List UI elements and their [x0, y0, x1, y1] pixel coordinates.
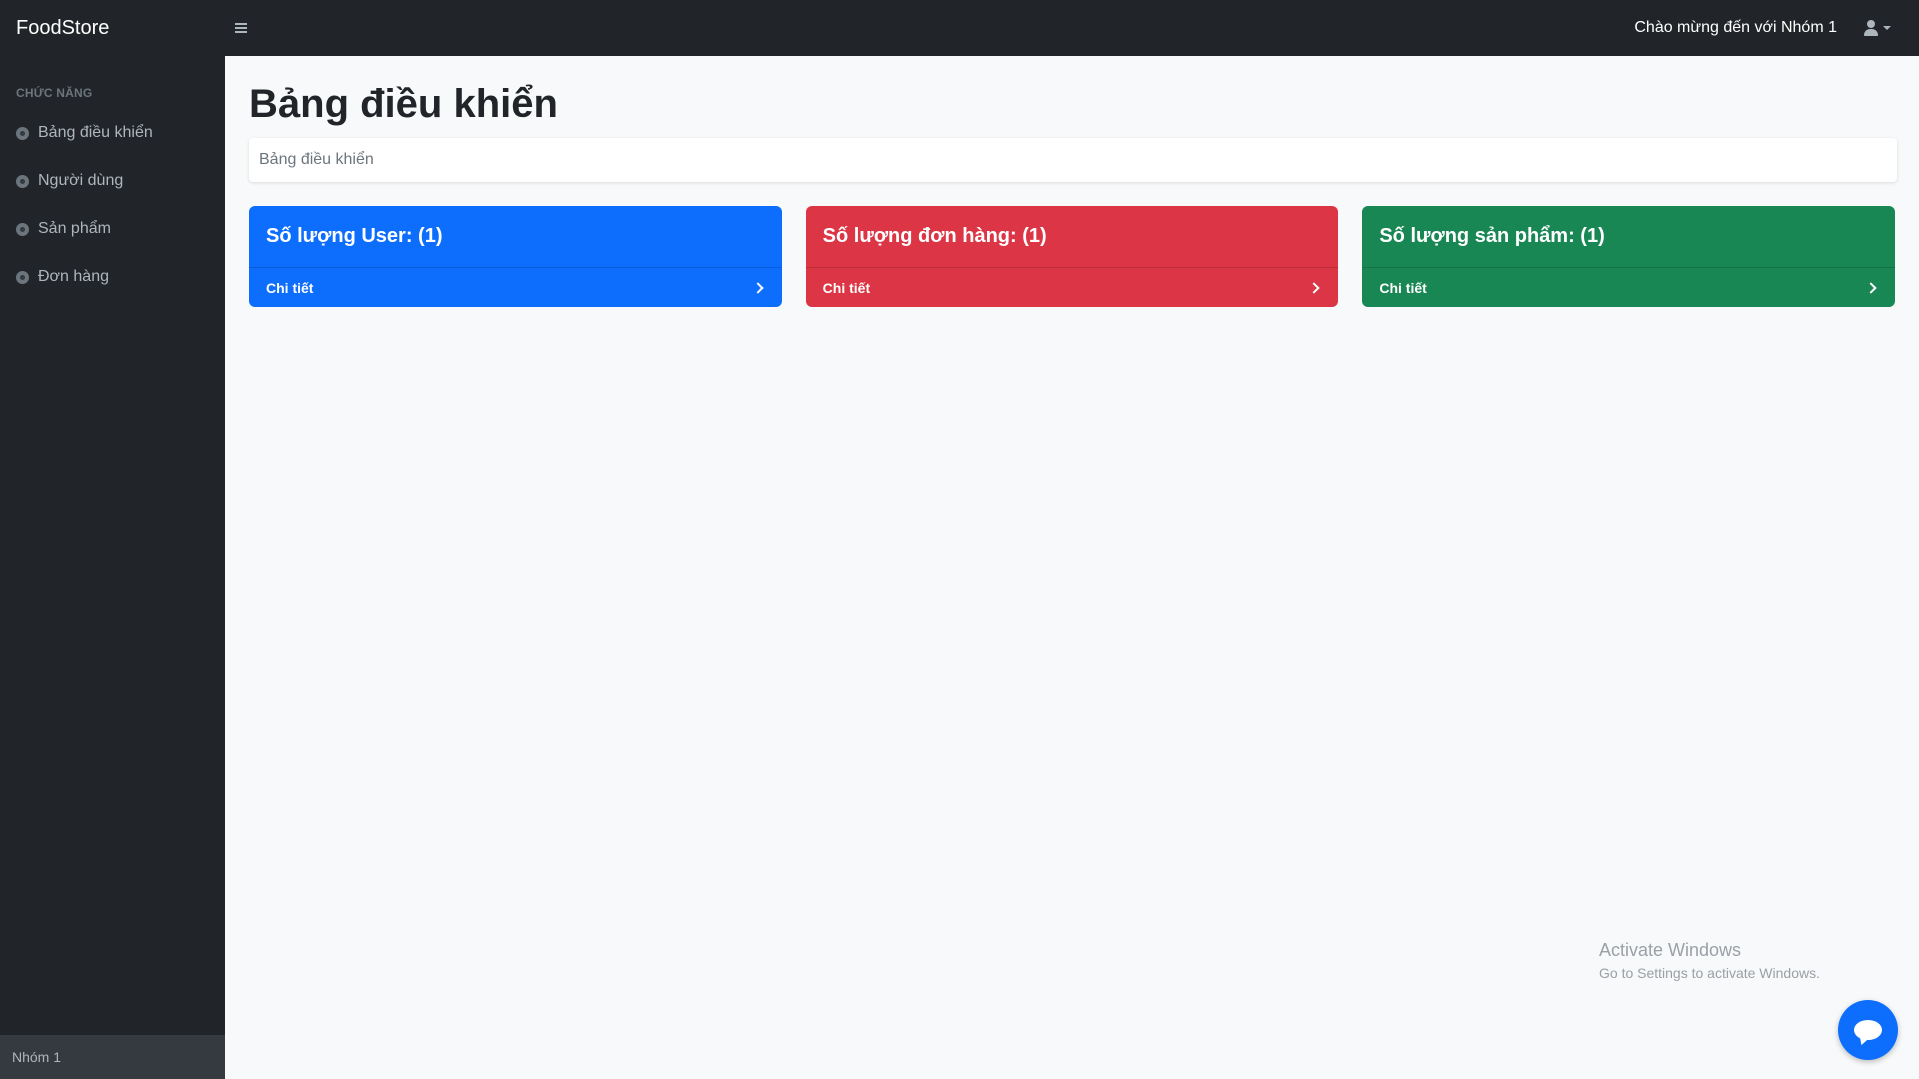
brand-logo[interactable]: FoodStore	[0, 17, 225, 40]
sidebar-item-label: Đơn hàng	[38, 268, 109, 285]
sidebar-item-dashboard[interactable]: Bảng điều khiển	[0, 109, 225, 157]
sidebar-item-products[interactable]: Sản phẩm	[0, 205, 225, 253]
card-details-link[interactable]: Chi tiết	[1362, 267, 1896, 307]
sidebar-footer: Nhóm 1	[0, 1035, 225, 1079]
user-icon	[1863, 20, 1879, 36]
top-navbar: FoodStore Chào mừng đến với Nhóm 1	[0, 0, 1919, 56]
breadcrumb-item: Bảng điều khiển	[259, 151, 374, 168]
stat-cards: Số lượng User: (1) Chi tiết Số lượng đơn…	[249, 206, 1896, 307]
card-title: Số lượng User: (1)	[266, 225, 443, 247]
tachometer-icon	[16, 222, 29, 236]
tachometer-icon	[16, 270, 29, 284]
chevron-right-icon	[1308, 281, 1321, 294]
product-count-card: Số lượng sản phẩm: (1) Chi tiết	[1362, 206, 1896, 307]
main-content: Bảng điều khiển Bảng điều khiển Số lượng…	[225, 56, 1919, 1079]
chevron-right-icon	[1865, 281, 1877, 294]
tachometer-icon	[16, 126, 29, 140]
sidebar-heading: CHỨC NĂNG	[16, 86, 93, 100]
user-count-card: Số lượng User: (1) Chi tiết	[249, 206, 782, 307]
welcome-text: Chào mừng đến với Nhóm 1	[1634, 19, 1837, 36]
watermark-subtitle: Go to Settings to activate Windows.	[1599, 965, 1820, 981]
card-details-label: Chi tiết	[822, 279, 871, 296]
breadcrumb: Bảng điều khiển	[249, 138, 1897, 182]
sidebar-item-users[interactable]: Người dùng	[0, 157, 225, 205]
card-details-label: Chi tiết	[1379, 279, 1427, 296]
watermark-title: Activate Windows	[1599, 940, 1742, 960]
card-details-label: Chi tiết	[266, 279, 314, 296]
tachometer-icon	[16, 174, 29, 188]
hamburger-icon	[235, 23, 247, 33]
chat-bubble-icon	[1854, 1020, 1882, 1040]
sidebar-item-label: Người dùng	[38, 172, 124, 189]
order-count-card: Số lượng đơn hàng: (1) Chi tiết	[805, 206, 1339, 307]
sidebar-item-label: Sản phẩm	[38, 220, 111, 237]
page-title: Bảng điều khiển	[249, 82, 558, 126]
sidebar-toggle-button[interactable]	[227, 14, 255, 42]
chat-button[interactable]	[1838, 1000, 1898, 1060]
chevron-right-icon	[752, 281, 764, 294]
card-title: Số lượng đơn hàng: (1)	[822, 225, 1047, 247]
sidebar-item-orders[interactable]: Đơn hàng	[0, 253, 225, 301]
card-details-link[interactable]: Chi tiết	[249, 267, 782, 307]
activate-windows-watermark: Activate Windows Go to Settings to activ…	[1599, 940, 1820, 981]
card-title: Số lượng sản phẩm: (1)	[1379, 225, 1605, 247]
card-details-link[interactable]: Chi tiết	[805, 267, 1339, 307]
caret-down-icon	[1883, 26, 1891, 30]
user-menu-dropdown[interactable]	[1863, 20, 1891, 36]
sidebar: CHỨC NĂNG Bảng điều khiển Người dùng Sản…	[0, 56, 225, 1079]
sidebar-item-label: Bảng điều khiển	[38, 124, 153, 141]
